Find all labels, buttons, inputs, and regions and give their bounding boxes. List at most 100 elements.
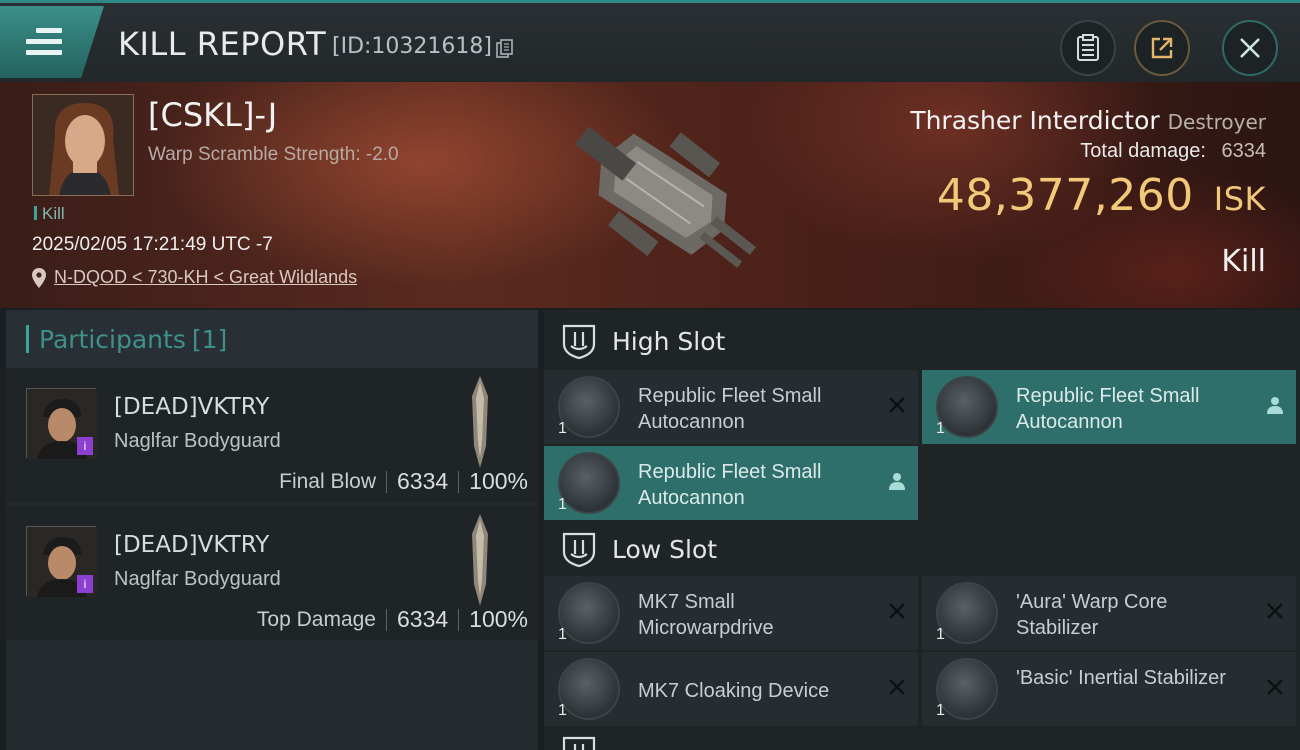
participant-ship-image <box>472 376 488 468</box>
participant-stats: Final Blow 6334 100% <box>279 468 528 495</box>
close-icon <box>1240 38 1260 58</box>
avatar[interactable]: i <box>26 526 97 597</box>
module-qty: 1 <box>558 496 567 513</box>
mid-slot-header-partial <box>560 734 598 750</box>
stat-divider <box>458 608 460 631</box>
high-slot-shield-icon <box>562 324 596 360</box>
module-name: 'Basic' Inertial Stabilizer <box>1016 667 1226 689</box>
dropped-person-icon <box>889 473 905 490</box>
participant-ship: Naglfar Bodyguard <box>114 568 281 590</box>
inertial-stabilizer-icon <box>936 658 998 720</box>
module-qty: 1 <box>936 702 945 719</box>
total-damage-label: Total damage: <box>1080 140 1206 162</box>
module-item[interactable]: 1 MK7 Small Microwarpdrive <box>544 576 918 650</box>
rank-badge-icon: i <box>77 437 93 455</box>
female-pilot-avatar-icon <box>33 95 133 195</box>
total-damage: Total damage: 6334 <box>1080 140 1266 163</box>
module-name: Republic Fleet Small Autocannon <box>1016 385 1200 433</box>
module-item[interactable]: 1 Republic Fleet Small Autocannon <box>922 370 1296 444</box>
autocannon-icon <box>558 452 620 514</box>
participant-stats: Top Damage 6334 100% <box>257 606 528 633</box>
stat-divider <box>458 470 460 493</box>
destroyed-x-icon <box>1267 679 1283 695</box>
victim-ship: Thrasher Interdictor Destroyer <box>910 106 1266 135</box>
participants-count: [1] <box>191 324 228 354</box>
copy-icon[interactable] <box>496 39 514 59</box>
fitting-panel: High Slot 1 Republic Fleet Small Autocan… <box>544 310 1300 750</box>
participant-card[interactable]: i [DEAD]VKTRY Naglfar Bodyguard Top Dama… <box>6 506 538 640</box>
high-slot-header: High Slot <box>544 310 1300 372</box>
report-id: [ID:10321618] <box>332 34 492 59</box>
module-qty: 1 <box>558 626 567 643</box>
module-item[interactable]: 1 MK7 Cloaking Device <box>544 652 918 726</box>
module-qty: 1 <box>558 420 567 437</box>
destroyed-x-icon <box>1267 603 1283 619</box>
ship-class: Destroyer <box>1167 110 1266 134</box>
module-qty: 1 <box>936 420 945 437</box>
destroyed-x-icon <box>889 603 905 619</box>
autocannon-icon <box>936 376 998 438</box>
participant-ship-image <box>472 514 488 606</box>
module-name: 'Aura' Warp Core Stabilizer <box>1016 591 1168 639</box>
participant-name: [DEAD]VKTRY <box>114 532 270 558</box>
victim-portrait[interactable] <box>32 94 134 196</box>
victim-ship-image <box>575 126 757 268</box>
participant-percent: 100% <box>469 606 528 632</box>
low-slot-shield-icon <box>562 532 596 568</box>
kill-location[interactable]: N-DQOD < 730-KH < Great Wildlands <box>32 267 357 288</box>
rank-badge-icon: i <box>77 575 93 593</box>
ship-name: Thrasher Interdictor <box>910 106 1160 135</box>
module-item[interactable]: 1 Republic Fleet Small Autocannon <box>544 370 918 444</box>
participant-role: Top Damage <box>256 607 376 631</box>
avatar[interactable]: i <box>26 388 97 459</box>
warp-scramble-strength: Warp Scramble Strength: -2.0 <box>148 144 399 165</box>
module-qty: 1 <box>936 626 945 643</box>
location-link[interactable]: N-DQOD < 730-KH < Great Wildlands <box>54 267 357 288</box>
share-button[interactable] <box>1134 20 1190 76</box>
microwarpdrive-icon <box>558 582 620 644</box>
module-name: Republic Fleet Small Autocannon <box>638 385 822 433</box>
isk-unit: ISK <box>1213 180 1266 218</box>
participants-label: Participants <box>39 324 186 354</box>
participant-damage: 6334 <box>397 468 449 494</box>
destroyed-x-icon <box>889 679 905 695</box>
kill-result: Kill <box>1221 244 1266 279</box>
participants-panel: Participants [1] i [DEAD]VKTRY Naglfar B… <box>6 310 538 750</box>
isk-amount: 48,377,260 <box>936 170 1194 221</box>
participant-ship: Naglfar Bodyguard <box>114 430 281 452</box>
module-name: MK7 Small Microwarpdrive <box>638 591 774 639</box>
dropped-person-icon <box>1267 397 1283 414</box>
low-slot-label: Low Slot <box>612 534 718 564</box>
isk-value: 48,377,260 ISK <box>937 170 1266 221</box>
total-damage-value: 6334 <box>1221 140 1267 162</box>
stat-divider <box>386 608 387 631</box>
module-name: MK7 Cloaking Device <box>638 680 830 702</box>
warp-core-stabilizer-icon <box>936 582 998 644</box>
participant-damage: 6334 <box>397 606 449 632</box>
stat-divider <box>386 470 387 493</box>
menu-button[interactable] <box>0 6 104 78</box>
participant-percent: 100% <box>469 468 528 494</box>
clipboard-icon <box>1077 34 1099 61</box>
module-item[interactable]: 1 'Aura' Warp Core Stabilizer <box>922 576 1296 650</box>
report-log-button[interactable] <box>1060 20 1116 76</box>
victim-name: [CSKL]-J <box>148 96 278 134</box>
cloaking-device-icon <box>558 658 620 720</box>
mid-slot-shield-icon <box>562 736 596 750</box>
module-item[interactable]: 1 'Basic' Inertial Stabilizer <box>922 652 1296 726</box>
destroyed-x-icon <box>889 397 905 413</box>
module-qty: 1 <box>558 702 567 719</box>
page-title: KILL REPORT <box>118 25 327 63</box>
victim-banner: [CSKL]-J Warp Scramble Strength: -2.0 Ki… <box>0 82 1300 308</box>
close-button[interactable] <box>1222 20 1278 76</box>
participant-card[interactable]: i [DEAD]VKTRY Naglfar Bodyguard Final Bl… <box>6 368 538 502</box>
location-pin-icon <box>32 267 46 288</box>
module-name: Republic Fleet Small Autocannon <box>638 461 822 509</box>
high-slot-label: High Slot <box>612 326 726 356</box>
participants-header: Participants [1] <box>6 310 538 368</box>
low-slot-header: Low Slot <box>544 518 1300 580</box>
autocannon-icon <box>558 376 620 438</box>
external-link-icon <box>1151 37 1173 59</box>
participant-name: [DEAD]VKTRY <box>114 394 270 420</box>
module-item[interactable]: 1 Republic Fleet Small Autocannon <box>544 446 918 520</box>
